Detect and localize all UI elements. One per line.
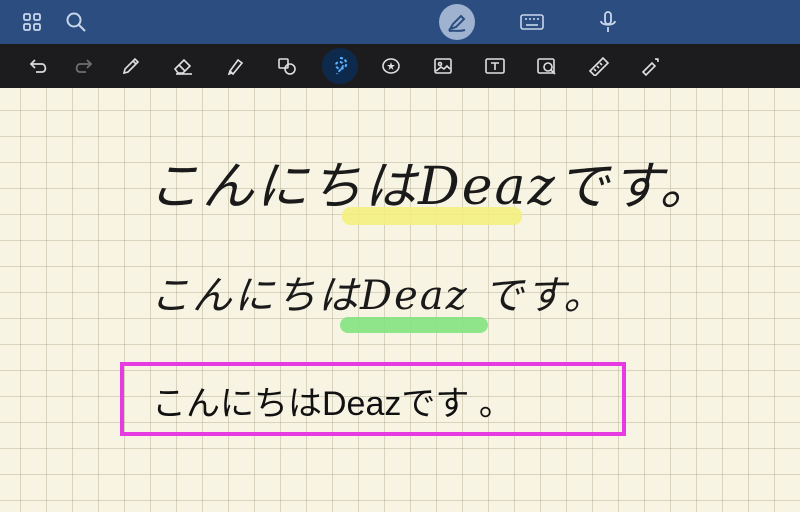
search-icon[interactable] [64, 10, 88, 34]
textbox-icon[interactable] [482, 54, 508, 78]
tool-toolbar [0, 44, 800, 126]
top-navigation-bar [0, 0, 800, 44]
typed-text: こんにちはDeazです 。 [152, 385, 513, 423]
undo-icon[interactable] [26, 54, 52, 78]
shapes-icon[interactable] [274, 54, 300, 78]
pen-mode-icon[interactable] [439, 4, 475, 40]
keyboard-icon[interactable] [520, 10, 544, 34]
image-icon[interactable] [430, 54, 456, 78]
selected-text-box[interactable]: こんにちはDeazです 。 [120, 362, 626, 436]
redo-icon[interactable] [70, 54, 96, 78]
sticker-icon[interactable] [378, 54, 404, 78]
camera-icon[interactable] [534, 54, 560, 78]
note-canvas[interactable]: こんにちはDeazです。 こんにちはDeaz です。 こんにちはDeazです 。 [0, 88, 800, 512]
eraser-icon[interactable] [170, 54, 196, 78]
highlighter-icon[interactable] [222, 54, 248, 78]
ruler-icon[interactable] [586, 54, 612, 78]
handwritten-line-2: こんにちはDeaz です。 [150, 273, 606, 319]
laser-pointer-icon[interactable] [638, 54, 664, 78]
grid-icon[interactable] [20, 10, 44, 34]
lasso-icon[interactable] [322, 48, 358, 84]
microphone-icon[interactable] [596, 10, 620, 34]
pen-icon[interactable] [118, 54, 144, 78]
handwritten-line-1: こんにちはDeazです。 [148, 157, 714, 217]
